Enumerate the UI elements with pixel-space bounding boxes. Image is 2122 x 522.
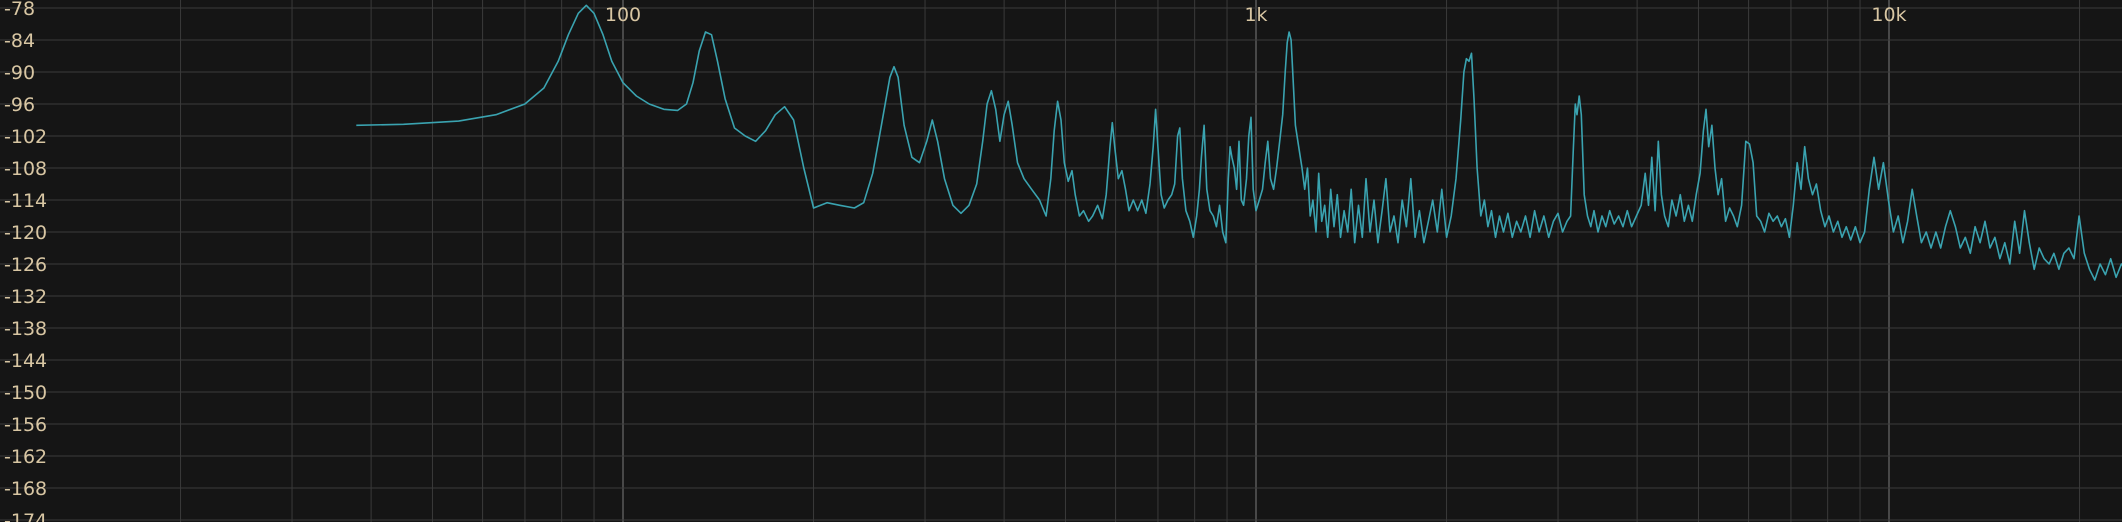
level-tick-label: -138 (4, 318, 47, 340)
level-tick-label: -132 (4, 286, 47, 308)
level-tick-label: -114 (4, 190, 47, 212)
frequency-tick-label: 100 (605, 4, 641, 26)
level-tick-label: -90 (4, 62, 35, 84)
frequency-tick-label: 10k (1871, 4, 1906, 26)
level-tick-label: -174 (4, 510, 47, 522)
level-tick-label: -120 (4, 222, 47, 244)
level-tick-label: -162 (4, 446, 47, 468)
level-tick-label: -126 (4, 254, 47, 276)
level-tick-label: -150 (4, 382, 47, 404)
level-tick-label: -96 (4, 94, 35, 116)
level-tick-label: -168 (4, 478, 47, 500)
level-tick-label: -102 (4, 126, 47, 148)
level-tick-label: -156 (4, 414, 47, 436)
level-tick-label: -78 (4, 0, 35, 20)
spectrum-plot: -78 -84 -90 -96 -102 -108 -114 -120 -126 -132 -138… (0, 0, 2122, 522)
frequency-tick-label: 1k (1244, 4, 1267, 26)
plot-background (0, 0, 2122, 522)
level-tick-label: -84 (4, 30, 35, 52)
level-tick-label: -144 (4, 350, 47, 372)
level-tick-label: -108 (4, 158, 47, 180)
